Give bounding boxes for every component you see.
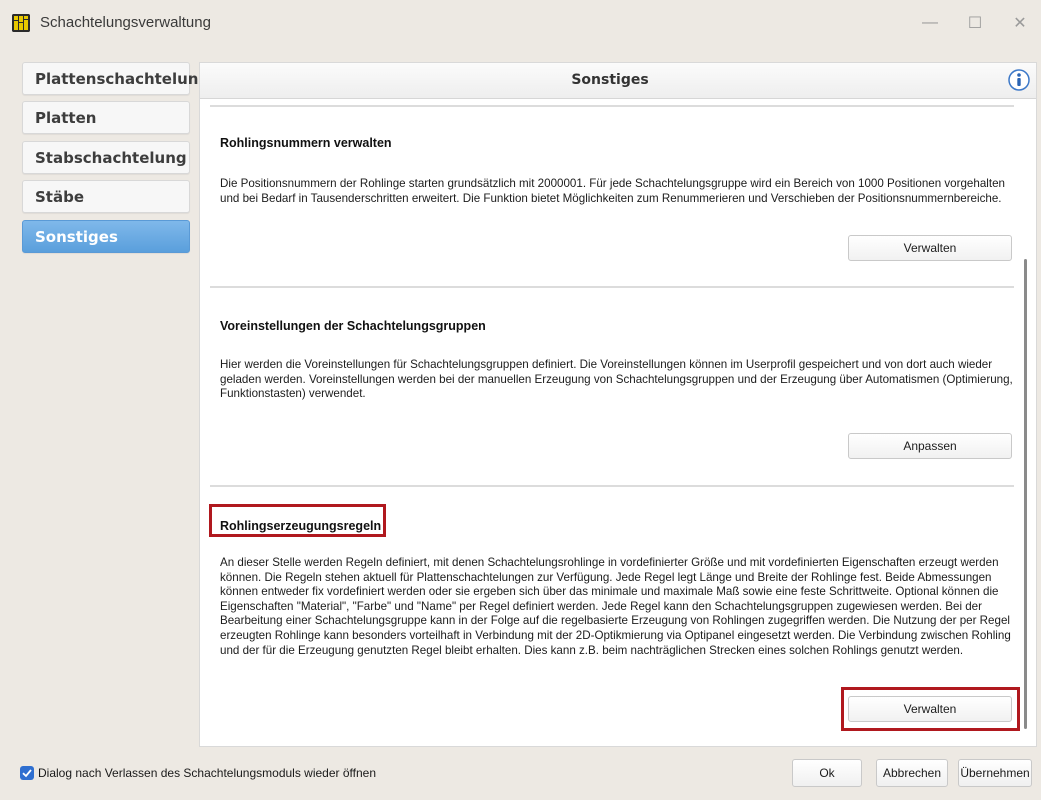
section-divider [210, 105, 1014, 107]
reopen-dialog-label: Dialog nach Verlassen des Schachtelungsm… [38, 766, 376, 780]
scrollbar-thumb[interactable] [1024, 259, 1027, 729]
sidebar-item-platten[interactable]: Platten [22, 101, 190, 134]
minimize-button[interactable]: — [910, 8, 950, 38]
window-title: Schachtelungsverwaltung [40, 14, 211, 31]
verwalten-nummern-button[interactable]: Verwalten [848, 235, 1012, 261]
scroll-area[interactable]: Rohlingsnummern verwalten Die Positionsn… [200, 99, 1036, 746]
section-divider [210, 286, 1014, 288]
section-title-voreinstellungen: Voreinstellungen der Schachtelungsgruppe… [220, 319, 486, 333]
ok-button[interactable]: Ok [792, 759, 862, 787]
title-bar: Schachtelungsverwaltung — ☐ ✕ [0, 0, 1041, 46]
cancel-button[interactable]: Abbrechen [876, 759, 948, 787]
sidebar-item-sonstiges[interactable]: Sonstiges [22, 220, 190, 253]
section-divider [210, 485, 1014, 487]
panel-header: Sonstiges [200, 63, 1036, 99]
content-panel: Sonstiges Rohlingsnummern verwalten Die … [199, 62, 1037, 747]
verwalten-regeln-button[interactable]: Verwalten [848, 696, 1012, 722]
section-text-rohlingsnummern: Die Positionsnummern der Rohlinge starte… [220, 177, 1005, 205]
sidebar-item-stabschachtelung[interactable]: Stabschachtelung [22, 141, 190, 174]
apply-button[interactable]: Übernehmen [958, 759, 1032, 787]
check-icon [22, 769, 32, 778]
section-title-rohlingserzeugungsregeln: Rohlingserzeugungsregeln [220, 519, 382, 533]
close-button[interactable]: ✕ [1000, 8, 1040, 38]
panel-title: Sonstiges [571, 72, 649, 88]
maximize-button[interactable]: ☐ [955, 8, 995, 38]
section-text-voreinstellungen: Hier werden die Voreinstellungen für Sch… [220, 358, 1013, 401]
section-title-rohlingsnummern: Rohlingsnummern verwalten [220, 136, 392, 150]
info-icon[interactable] [1008, 69, 1030, 91]
sidebar-item-staebe[interactable]: Stäbe [22, 180, 190, 213]
reopen-dialog-checkbox[interactable] [20, 766, 34, 780]
sidebar-item-plattenschachtelung[interactable]: Plattenschachtelung [22, 62, 209, 95]
section-text-rohlingserzeugungsregeln: An dieser Stelle werden Regeln definiert… [220, 556, 1011, 657]
app-icon [12, 14, 30, 32]
anpassen-button[interactable]: Anpassen [848, 433, 1012, 459]
